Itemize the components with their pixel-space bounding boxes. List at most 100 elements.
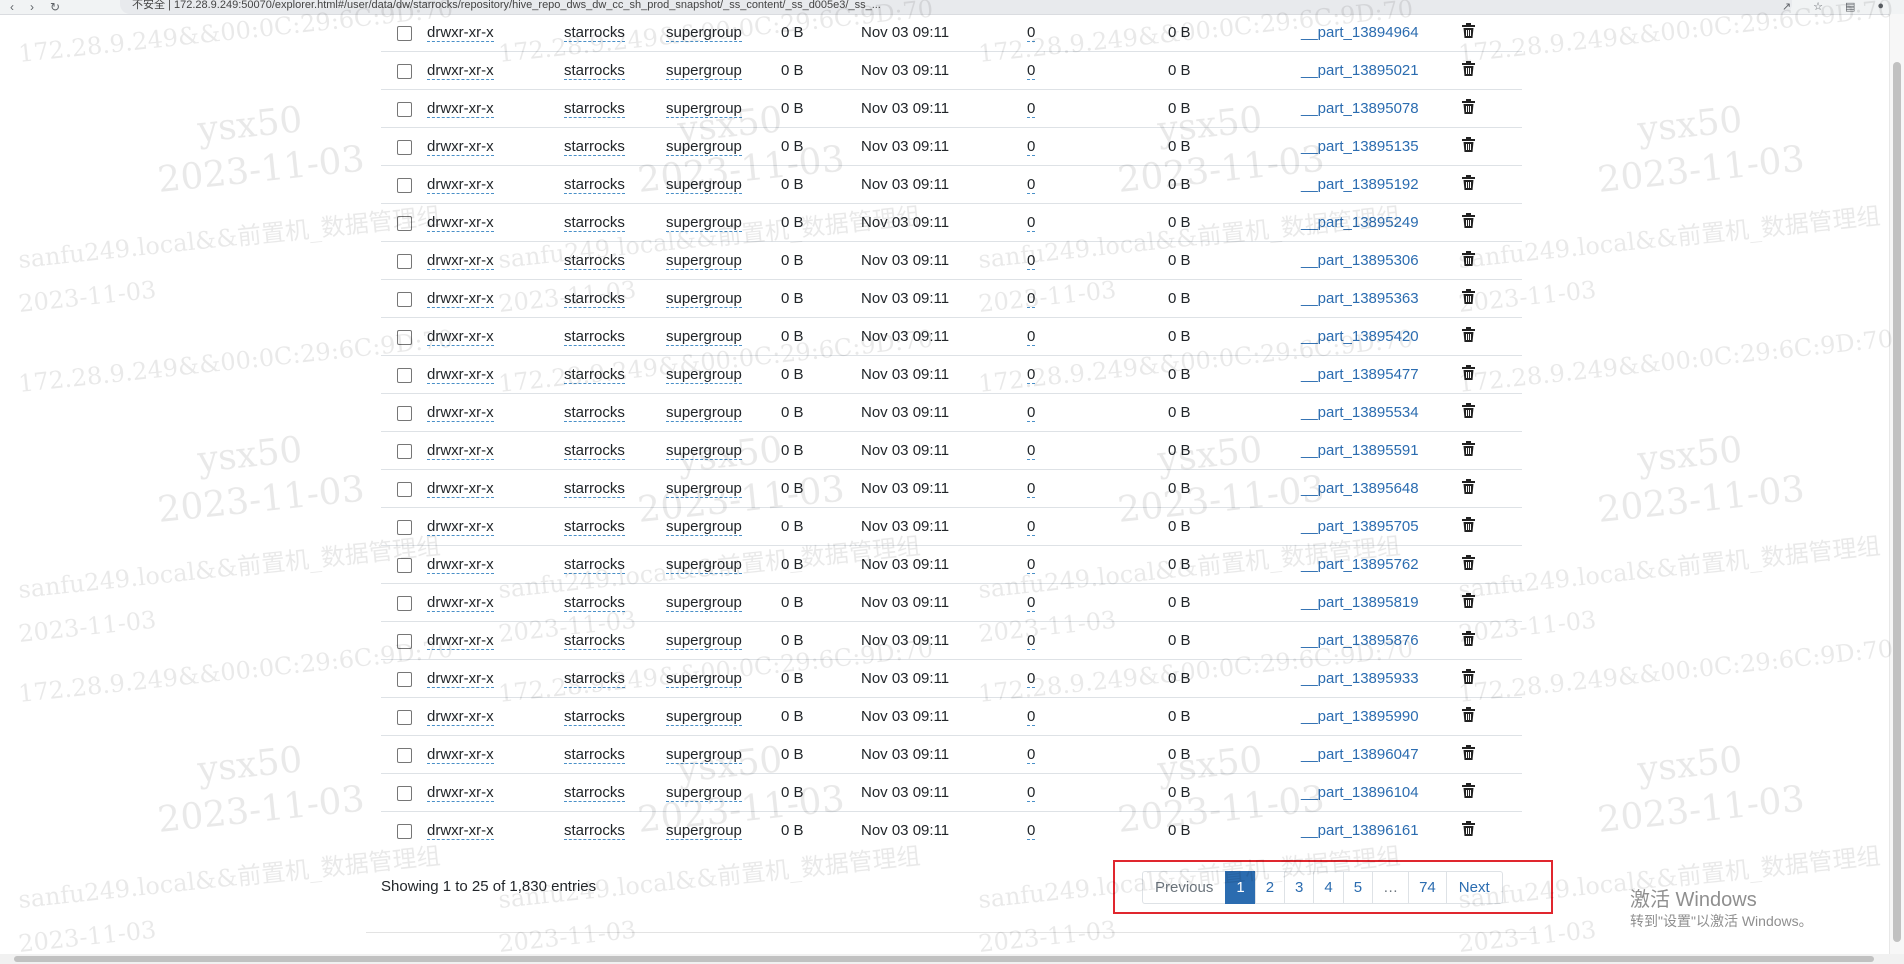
file-name-link[interactable]: __part_13896161 xyxy=(1301,822,1419,839)
file-name-link[interactable]: __part_13895363 xyxy=(1301,290,1419,307)
row-checkbox[interactable] xyxy=(396,63,412,79)
group-value[interactable]: supergroup xyxy=(666,328,742,346)
permission-value[interactable]: drwxr-xr-x xyxy=(427,404,494,422)
row-checkbox[interactable] xyxy=(396,443,412,459)
replication-value[interactable]: 0 xyxy=(1027,100,1036,118)
horizontal-scrollbar[interactable] xyxy=(0,954,1904,964)
share-icon[interactable]: ↗ xyxy=(1782,0,1791,13)
owner-value[interactable]: starrocks xyxy=(564,100,625,118)
owner-value[interactable]: starrocks xyxy=(564,518,625,536)
sidebar-icon[interactable]: ▤ xyxy=(1845,0,1855,13)
delete-icon[interactable] xyxy=(1462,61,1475,80)
owner-value[interactable]: starrocks xyxy=(564,480,625,498)
permission-value[interactable]: drwxr-xr-x xyxy=(427,100,494,118)
group-value[interactable]: supergroup xyxy=(666,518,742,536)
delete-icon[interactable] xyxy=(1462,517,1475,536)
replication-value[interactable]: 0 xyxy=(1027,556,1036,574)
file-name-link[interactable]: __part_13896047 xyxy=(1301,746,1419,763)
file-name-link[interactable]: __part_13895876 xyxy=(1301,632,1419,649)
group-value[interactable]: supergroup xyxy=(666,252,742,270)
row-checkbox[interactable] xyxy=(396,671,412,687)
horizontal-scrollbar-thumb[interactable] xyxy=(14,956,1874,962)
row-checkbox[interactable] xyxy=(396,747,412,763)
row-checkbox[interactable] xyxy=(396,595,412,611)
pagination-page-3[interactable]: 3 xyxy=(1284,871,1315,904)
permission-value[interactable]: drwxr-xr-x xyxy=(427,138,494,156)
file-name-link[interactable]: __part_13894964 xyxy=(1301,24,1419,41)
owner-value[interactable]: starrocks xyxy=(564,708,625,726)
pagination-page-1[interactable]: 1 xyxy=(1225,871,1256,904)
permission-value[interactable]: drwxr-xr-x xyxy=(427,670,494,688)
group-value[interactable]: supergroup xyxy=(666,822,742,840)
group-value[interactable]: supergroup xyxy=(666,290,742,308)
owner-value[interactable]: starrocks xyxy=(564,784,625,802)
row-checkbox[interactable] xyxy=(396,139,412,155)
permission-value[interactable]: drwxr-xr-x xyxy=(427,594,494,612)
group-value[interactable]: supergroup xyxy=(666,100,742,118)
star-icon[interactable]: ☆ xyxy=(1813,0,1823,13)
group-value[interactable]: supergroup xyxy=(666,138,742,156)
replication-value[interactable]: 0 xyxy=(1027,24,1036,42)
pagination-page-4[interactable]: 4 xyxy=(1313,871,1344,904)
row-checkbox[interactable] xyxy=(396,481,412,497)
replication-value[interactable]: 0 xyxy=(1027,252,1036,270)
forward-icon[interactable]: › xyxy=(30,0,34,14)
owner-value[interactable]: starrocks xyxy=(564,556,625,574)
group-value[interactable]: supergroup xyxy=(666,366,742,384)
address-bar[interactable]: 不安全 | 172.28.9.249:50070/explorer.html#/… xyxy=(120,0,1792,14)
file-name-link[interactable]: __part_13895990 xyxy=(1301,708,1419,725)
delete-icon[interactable] xyxy=(1462,289,1475,308)
group-value[interactable]: supergroup xyxy=(666,746,742,764)
group-value[interactable]: supergroup xyxy=(666,556,742,574)
file-name-link[interactable]: __part_13896104 xyxy=(1301,784,1419,801)
group-value[interactable]: supergroup xyxy=(666,214,742,232)
delete-icon[interactable] xyxy=(1462,99,1475,118)
owner-value[interactable]: starrocks xyxy=(564,632,625,650)
profile-icon[interactable]: ● xyxy=(1877,0,1884,13)
file-name-link[interactable]: __part_13895135 xyxy=(1301,138,1419,155)
row-checkbox[interactable] xyxy=(396,101,412,117)
replication-value[interactable]: 0 xyxy=(1027,822,1036,840)
pagination-page-5[interactable]: 5 xyxy=(1342,871,1374,904)
delete-icon[interactable] xyxy=(1462,23,1475,42)
replication-value[interactable]: 0 xyxy=(1027,670,1036,688)
file-name-link[interactable]: __part_13895819 xyxy=(1301,594,1419,611)
file-name-link[interactable]: __part_13895591 xyxy=(1301,442,1419,459)
owner-value[interactable]: starrocks xyxy=(564,138,625,156)
replication-value[interactable]: 0 xyxy=(1027,214,1036,232)
permission-value[interactable]: drwxr-xr-x xyxy=(427,366,494,384)
permission-value[interactable]: drwxr-xr-x xyxy=(427,822,494,840)
pagination-page-last[interactable]: 74 xyxy=(1408,871,1447,904)
row-checkbox[interactable] xyxy=(396,709,412,725)
delete-icon[interactable] xyxy=(1462,327,1475,346)
replication-value[interactable]: 0 xyxy=(1027,518,1036,536)
replication-value[interactable]: 0 xyxy=(1027,138,1036,156)
row-checkbox[interactable] xyxy=(396,25,412,41)
group-value[interactable]: supergroup xyxy=(666,708,742,726)
replication-value[interactable]: 0 xyxy=(1027,328,1036,346)
delete-icon[interactable] xyxy=(1462,707,1475,726)
delete-icon[interactable] xyxy=(1462,175,1475,194)
pagination-next[interactable]: Next xyxy=(1445,871,1503,904)
group-value[interactable]: supergroup xyxy=(666,62,742,80)
permission-value[interactable]: drwxr-xr-x xyxy=(427,328,494,346)
file-name-link[interactable]: __part_13895648 xyxy=(1301,480,1419,497)
owner-value[interactable]: starrocks xyxy=(564,214,625,232)
delete-icon[interactable] xyxy=(1462,593,1475,612)
row-checkbox[interactable] xyxy=(396,253,412,269)
row-checkbox[interactable] xyxy=(396,177,412,193)
owner-value[interactable]: starrocks xyxy=(564,442,625,460)
delete-icon[interactable] xyxy=(1462,631,1475,650)
owner-value[interactable]: starrocks xyxy=(564,176,625,194)
group-value[interactable]: supergroup xyxy=(666,176,742,194)
file-name-link[interactable]: __part_13895078 xyxy=(1301,100,1419,117)
permission-value[interactable]: drwxr-xr-x xyxy=(427,252,494,270)
permission-value[interactable]: drwxr-xr-x xyxy=(427,518,494,536)
pagination-page-2[interactable]: 2 xyxy=(1254,871,1286,904)
back-icon[interactable]: ‹ xyxy=(10,0,14,14)
owner-value[interactable]: starrocks xyxy=(564,746,625,764)
owner-value[interactable]: starrocks xyxy=(564,290,625,308)
owner-value[interactable]: starrocks xyxy=(564,594,625,612)
vertical-scrollbar[interactable] xyxy=(1889,14,1904,954)
row-checkbox[interactable] xyxy=(396,329,412,345)
